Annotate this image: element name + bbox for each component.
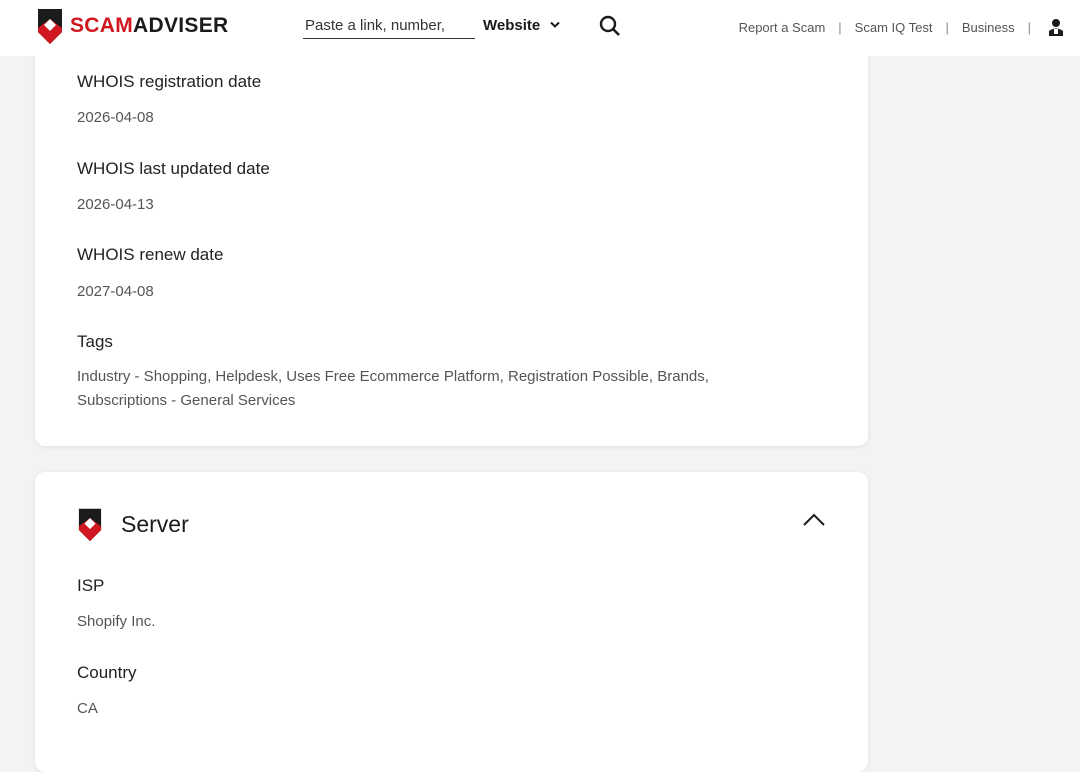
scamadviser-logo[interactable]: SCAMADVISER (36, 6, 228, 46)
whois-registration-value: 2026-04-08 (77, 109, 154, 126)
chevron-down-icon (550, 21, 560, 28)
nav-scam-iq-test[interactable]: Scam IQ Test (855, 20, 933, 35)
brand-name-adviser: ADVISER (133, 14, 229, 37)
whois-updated-label: WHOIS last updated date (77, 159, 270, 178)
top-header: SCAMADVISER Website Report a Scam | Scam… (0, 0, 1080, 56)
chevron-up-icon[interactable] (801, 512, 827, 528)
server-title: Server (121, 511, 189, 537)
search-type-label: Website (483, 16, 541, 34)
nav-separator: | (838, 19, 842, 35)
whois-renew-label: WHOIS renew date (77, 245, 224, 264)
user-icon[interactable] (1048, 18, 1064, 36)
tags-line-1: Industry - Shopping, Helpdesk, Uses Free… (77, 368, 709, 385)
tags-line-2: Subscriptions - General Services (77, 392, 296, 409)
nav-separator: | (945, 19, 949, 35)
search-type-select[interactable]: Website (483, 13, 560, 37)
whois-registration-label: WHOIS registration date (77, 72, 262, 91)
whois-card: WHOIS registration date 2026-04-08 WHOIS… (35, 20, 868, 446)
server-card: Server ISP Shopify Inc. Country CA (35, 472, 868, 772)
tags-value: Industry - Shopping, Helpdesk, Uses Free… (77, 365, 837, 413)
nav-business[interactable]: Business (962, 20, 1015, 35)
top-nav: Report a Scam | Scam IQ Test | Business … (739, 16, 1064, 38)
whois-updated-value: 2026-04-13 (77, 196, 154, 213)
isp-label: ISP (77, 576, 105, 595)
shield-logo-icon (78, 508, 102, 542)
shield-logo-icon (38, 9, 62, 44)
brand-name: SCAMADVISER (70, 6, 228, 46)
nav-separator: | (1027, 19, 1031, 35)
server-header: Server (77, 506, 189, 543)
tags-label: Tags (77, 332, 113, 351)
nav-report-scam[interactable]: Report a Scam (739, 20, 826, 35)
country-label: Country (77, 663, 137, 682)
isp-value: Shopify Inc. (77, 613, 156, 630)
search-icon[interactable] (598, 14, 622, 38)
whois-renew-value: 2027-04-08 (77, 283, 154, 300)
search-input[interactable] (303, 12, 475, 39)
brand-name-scam: SCAM (70, 14, 134, 37)
country-value: CA (77, 700, 98, 717)
